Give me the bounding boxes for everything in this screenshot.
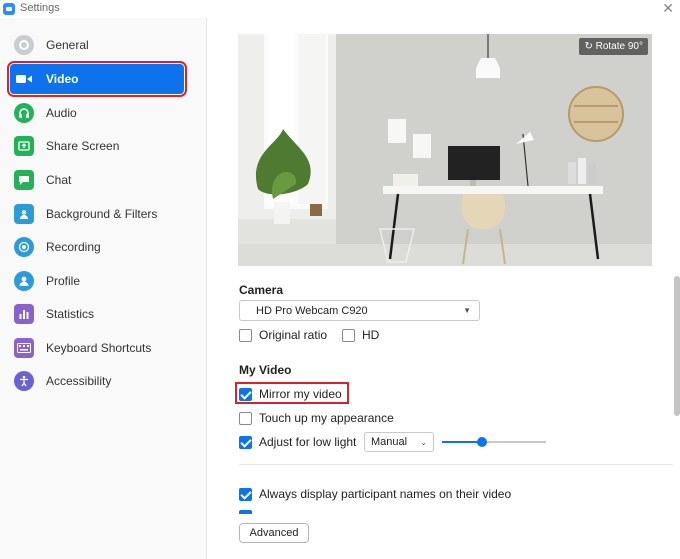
- checkbox-label: Adjust for low light: [259, 435, 357, 449]
- hd-checkbox[interactable]: HD: [342, 328, 379, 342]
- sidebar-item-label: Background & Filters: [46, 207, 158, 221]
- office-scene-image: [238, 34, 652, 266]
- gear-icon: [14, 35, 34, 55]
- settings-sidebar: General Video Audio Share Screen Chat Ba…: [0, 18, 207, 559]
- record-icon: [14, 237, 34, 257]
- chat-bubble-icon: [14, 170, 34, 190]
- sidebar-item-label: Profile: [46, 274, 81, 288]
- sidebar-item-recording[interactable]: Recording: [10, 232, 184, 262]
- checkbox-box[interactable]: [239, 328, 252, 342]
- partially-visible-checkbox[interactable]: [239, 510, 252, 514]
- checkbox-label: Original ratio: [259, 328, 328, 342]
- headphones-icon: [14, 103, 34, 123]
- statistics-icon: [14, 304, 34, 324]
- my-video-heading: My Video: [239, 363, 292, 377]
- sidebar-item-statistics[interactable]: Statistics: [10, 299, 184, 329]
- keyboard-icon: [14, 338, 34, 358]
- checkbox-box[interactable]: [239, 387, 252, 401]
- advanced-button[interactable]: Advanced: [239, 523, 309, 543]
- sidebar-item-label: Chat: [46, 173, 72, 187]
- accessibility-icon: [14, 371, 34, 391]
- zoom-app-icon: [3, 3, 15, 15]
- checkbox-label: Touch up my appearance: [259, 411, 394, 425]
- chevron-down-icon: ▼: [463, 306, 471, 315]
- sidebar-item-chat[interactable]: Chat: [10, 165, 184, 195]
- profile-icon: [14, 271, 34, 291]
- rotate-label: Rotate 90°: [595, 41, 643, 52]
- background-icon: [14, 204, 34, 224]
- close-icon[interactable]: ✕: [662, 0, 674, 17]
- checkbox-label: HD: [362, 328, 380, 342]
- window-title: Settings: [20, 2, 60, 14]
- checkbox-box[interactable]: [239, 411, 252, 425]
- checkbox-label: Mirror my video: [259, 387, 342, 401]
- sidebar-item-label: General: [46, 38, 89, 52]
- sidebar-item-keyboard-shortcuts[interactable]: Keyboard Shortcuts: [10, 333, 184, 363]
- low-light-slider[interactable]: [442, 436, 546, 448]
- sidebar-item-background-filters[interactable]: Background & Filters: [10, 199, 184, 229]
- rotate-90-button[interactable]: ↻ Rotate 90°: [579, 38, 648, 55]
- video-camera-icon: [14, 69, 34, 89]
- sidebar-item-label: Audio: [46, 106, 77, 120]
- section-divider: [239, 464, 673, 465]
- low-light-mode-value: Manual: [371, 436, 408, 448]
- video-settings-panel: ↻ Rotate 90° Camera HD Pro Webcam C920 ▼…: [208, 18, 680, 559]
- sidebar-item-profile[interactable]: Profile: [10, 266, 184, 296]
- share-screen-icon: [14, 136, 34, 156]
- touch-up-checkbox[interactable]: Touch up my appearance: [239, 411, 394, 425]
- sidebar-item-accessibility[interactable]: Accessibility: [10, 366, 184, 396]
- sidebar-item-label: Keyboard Shortcuts: [46, 341, 152, 355]
- sidebar-item-share-screen[interactable]: Share Screen: [10, 131, 184, 161]
- chevron-down-icon: ⌄: [420, 438, 427, 447]
- sidebar-item-label: Accessibility: [46, 374, 112, 388]
- low-light-checkbox[interactable]: Adjust for low light: [239, 435, 356, 449]
- camera-select-value: HD Pro Webcam C920: [256, 304, 368, 317]
- slider-fill: [442, 441, 482, 443]
- sidebar-item-label: Video: [46, 72, 79, 86]
- camera-preview: ↻ Rotate 90°: [238, 34, 652, 266]
- camera-select[interactable]: HD Pro Webcam C920 ▼: [239, 300, 480, 321]
- title-bar: Settings ✕: [0, 0, 680, 18]
- checkbox-label: Always display participant names on thei…: [259, 487, 512, 501]
- sidebar-item-label: Statistics: [46, 307, 95, 321]
- original-ratio-checkbox[interactable]: Original ratio: [239, 328, 327, 342]
- checkbox-box[interactable]: [239, 487, 252, 501]
- checkbox-box[interactable]: [239, 435, 252, 449]
- mirror-video-checkbox[interactable]: Mirror my video: [239, 387, 342, 401]
- always-display-names-checkbox[interactable]: Always display participant names on thei…: [239, 487, 511, 501]
- camera-heading: Camera: [239, 283, 284, 297]
- slider-thumb[interactable]: [476, 437, 487, 447]
- sidebar-item-video[interactable]: Video: [7, 61, 187, 97]
- checkbox-box[interactable]: [342, 328, 355, 342]
- sidebar-item-audio[interactable]: Audio: [10, 98, 184, 128]
- scrollbar-thumb[interactable]: [674, 276, 680, 416]
- sidebar-item-general[interactable]: General: [10, 30, 184, 60]
- sidebar-item-label: Share Screen: [46, 139, 120, 153]
- low-light-mode-select[interactable]: Manual ⌄: [364, 432, 434, 452]
- sidebar-item-label: Recording: [46, 240, 101, 254]
